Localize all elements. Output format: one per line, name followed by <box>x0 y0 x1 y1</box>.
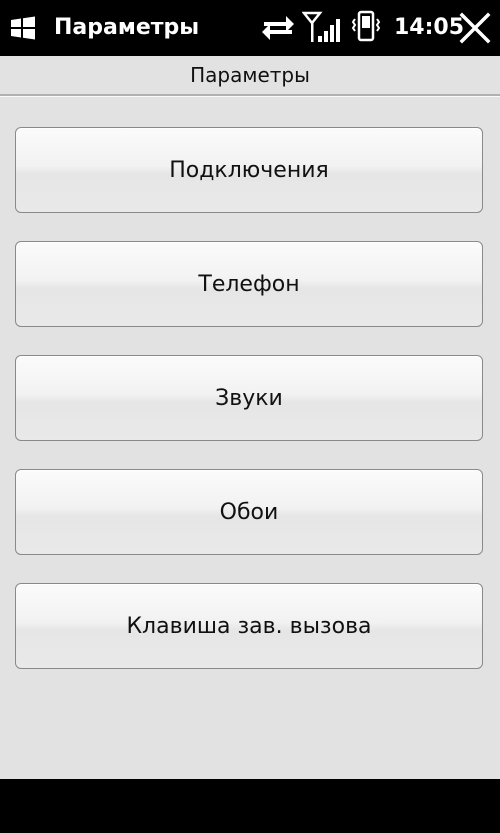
wallpaper-label: Обои <box>219 499 279 525</box>
connections-label: Подключения <box>169 157 329 183</box>
data-connection-icon[interactable] <box>260 10 296 44</box>
close-icon[interactable] <box>458 11 492 45</box>
phone-button[interactable]: Телефон <box>15 241 483 327</box>
sounds-label: Звуки <box>215 385 283 411</box>
page-header: Параметры <box>0 56 500 96</box>
settings-panel: Параметры Подключения Телефон Звуки Обои… <box>0 56 500 779</box>
vibrate-icon[interactable] <box>350 9 382 45</box>
phone-label: Телефон <box>198 271 300 297</box>
sounds-button[interactable]: Звуки <box>15 355 483 441</box>
softkey-bar <box>0 779 500 833</box>
signal-strength-icon[interactable] <box>302 10 342 44</box>
app-title: Параметры <box>54 15 200 40</box>
end-call-key-button[interactable]: Клавиша зав. вызова <box>15 583 483 669</box>
title-bar: Параметры 14:05 <box>0 0 500 56</box>
windows-start-icon[interactable] <box>8 14 38 42</box>
connections-button[interactable]: Подключения <box>15 127 483 213</box>
end-call-key-label: Клавиша зав. вызова <box>126 613 372 639</box>
clock[interactable]: 14:05 <box>394 13 464 43</box>
page-title: Параметры <box>190 63 310 87</box>
wallpaper-button[interactable]: Обои <box>15 469 483 555</box>
settings-menu: Подключения Телефон Звуки Обои Клавиша з… <box>15 127 483 697</box>
